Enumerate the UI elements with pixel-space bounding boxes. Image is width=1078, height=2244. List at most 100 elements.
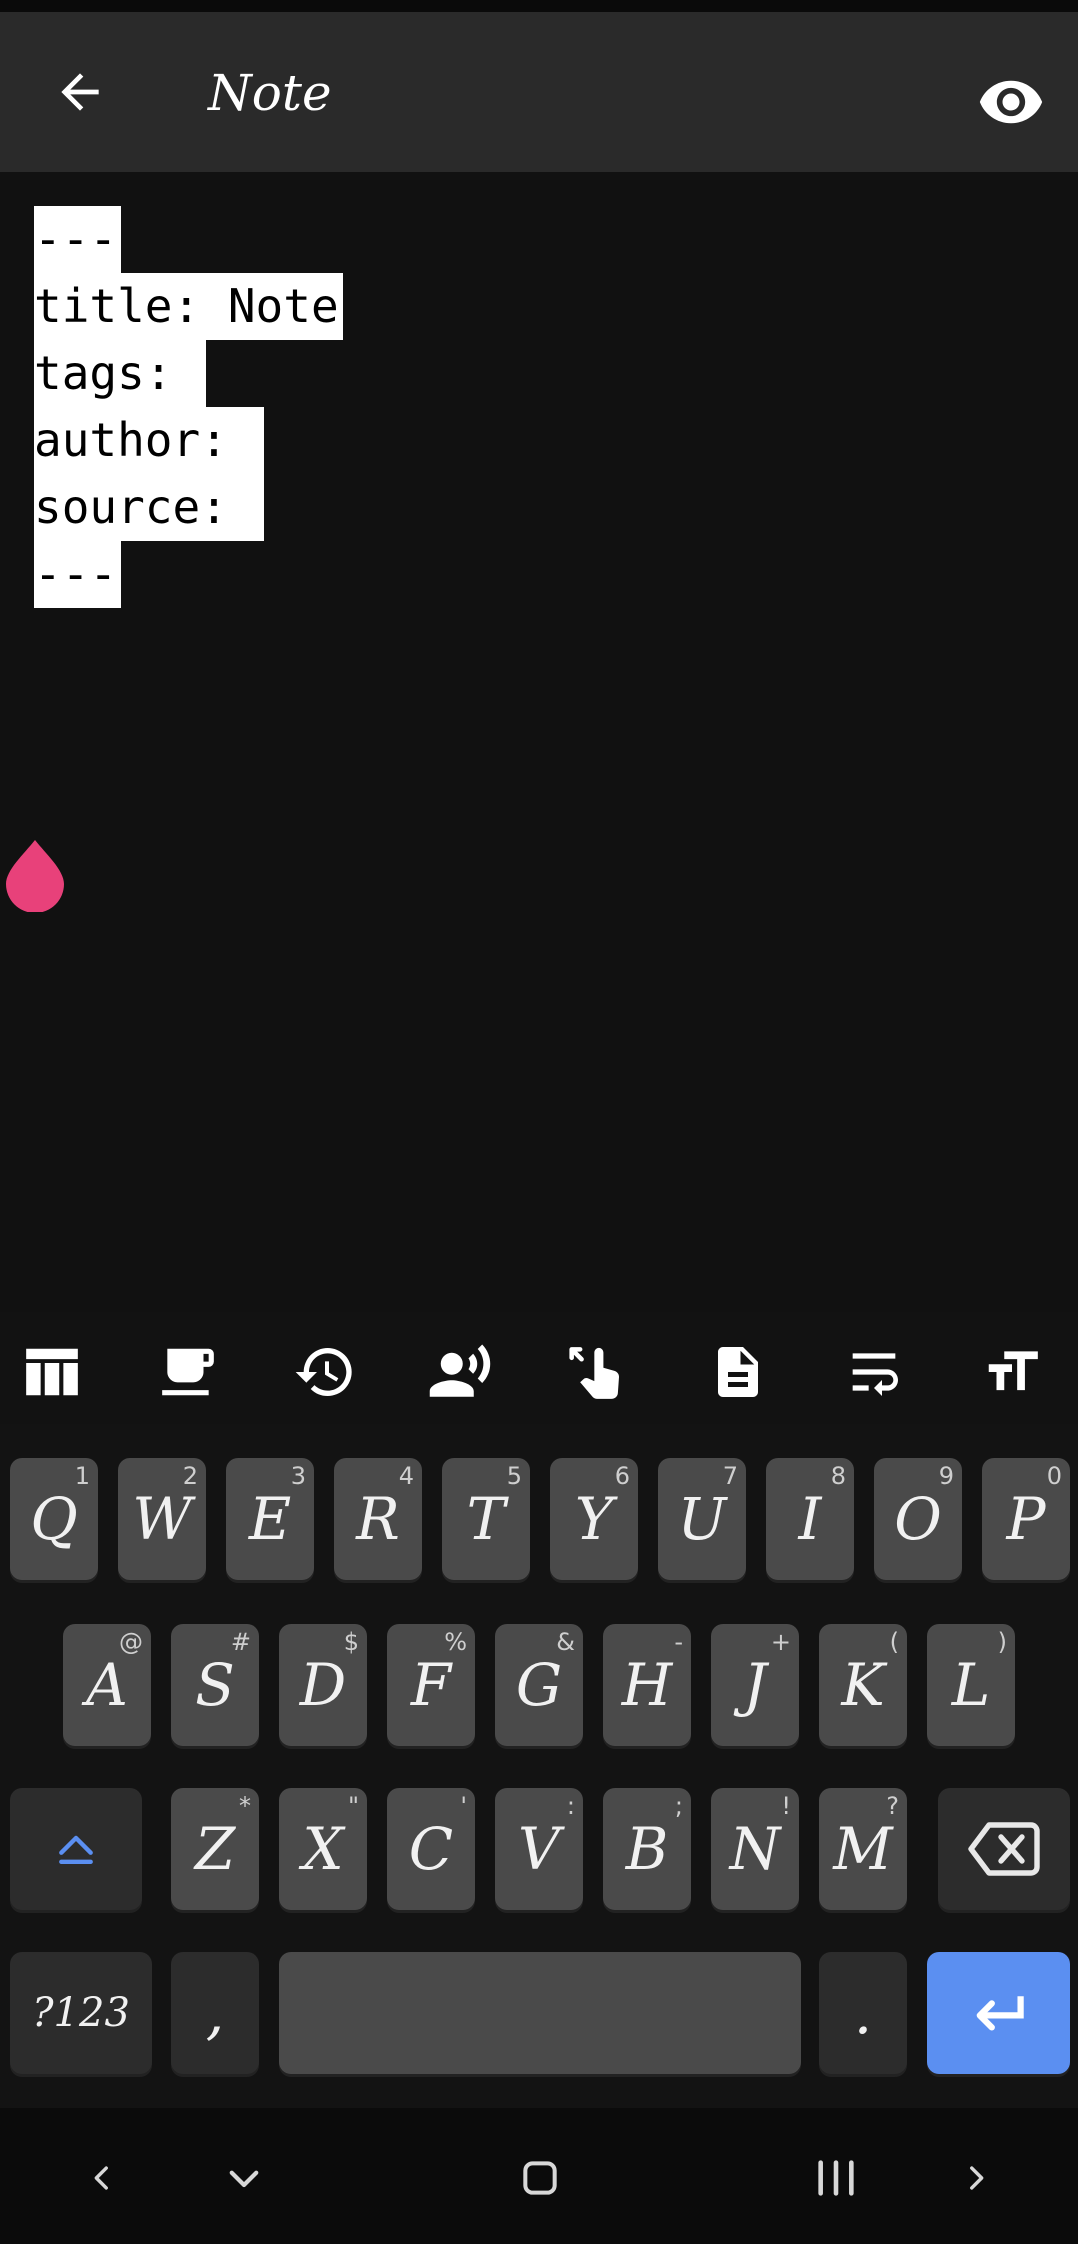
cursor-handle-icon[interactable] xyxy=(6,840,64,912)
nav-right-button[interactable] xyxy=(946,2148,1006,2208)
hide-keyboard-button[interactable] xyxy=(214,2148,274,2208)
key-n[interactable]: N! xyxy=(711,1788,799,1910)
key-hint: ) xyxy=(997,1628,1007,1656)
text-size-button[interactable] xyxy=(972,1332,1052,1412)
chevron-left-icon xyxy=(94,2166,108,2190)
key-y[interactable]: Y6 xyxy=(550,1458,638,1580)
key-label: L xyxy=(951,1651,991,1719)
key-q[interactable]: Q1 xyxy=(10,1458,98,1580)
wrap-text-button[interactable] xyxy=(834,1332,914,1412)
key-hint: 6 xyxy=(614,1462,630,1490)
comma-key[interactable]: , xyxy=(171,1952,259,2074)
key-m[interactable]: M? xyxy=(819,1788,907,1910)
key-g[interactable]: G & xyxy=(495,1624,583,1746)
symbols-key[interactable]: ?123 xyxy=(10,1952,152,2074)
arrow-back-icon xyxy=(61,73,99,111)
note-editor[interactable]: --- title: Note tags: author: source: --… xyxy=(0,172,1078,1312)
coffee-button[interactable] xyxy=(148,1332,228,1412)
key-label: U xyxy=(677,1485,727,1553)
key-hint: ! xyxy=(781,1792,791,1820)
key-hint: ; xyxy=(674,1792,683,1820)
key-label: K xyxy=(841,1651,885,1719)
table-button[interactable] xyxy=(12,1332,92,1412)
key-label: Z xyxy=(194,1815,236,1883)
key-v[interactable]: V: xyxy=(495,1788,583,1910)
key-label: N xyxy=(729,1815,781,1883)
key-k[interactable]: K( xyxy=(819,1624,907,1746)
key-label: E xyxy=(248,1485,292,1553)
key-j[interactable]: J + xyxy=(711,1624,799,1746)
key-hint: 9 xyxy=(938,1462,954,1490)
key-label: S xyxy=(195,1651,235,1719)
key-hint: % xyxy=(444,1628,467,1656)
key-hint: ' xyxy=(460,1792,467,1820)
key-t[interactable]: T5 xyxy=(442,1458,530,1580)
key-w[interactable]: W2 xyxy=(118,1458,206,1580)
selected-text-line: tags: xyxy=(34,340,206,407)
key-u[interactable]: U7 xyxy=(658,1458,746,1580)
key-label: W xyxy=(132,1485,192,1553)
shift-key[interactable] xyxy=(10,1788,142,1910)
key-a[interactable]: A @ xyxy=(63,1624,151,1746)
key-x[interactable]: X " xyxy=(279,1788,367,1910)
recents-icon xyxy=(818,2160,854,2196)
key-label: R xyxy=(356,1485,400,1553)
voice-button[interactable] xyxy=(420,1332,500,1412)
key-label: X xyxy=(302,1815,344,1883)
space-key[interactable] xyxy=(279,1952,801,2074)
chevron-down-icon xyxy=(229,2170,259,2188)
key-l[interactable]: L) xyxy=(927,1624,1015,1746)
recents-button[interactable] xyxy=(806,2148,866,2208)
backspace-key[interactable] xyxy=(938,1788,1070,1910)
key-o[interactable]: O9 xyxy=(874,1458,962,1580)
key-hint: + xyxy=(770,1628,791,1656)
gesture-button[interactable] xyxy=(560,1332,640,1412)
selected-text-line: --- xyxy=(34,206,122,273)
key-f[interactable]: F% xyxy=(387,1624,475,1746)
enter-key[interactable] xyxy=(927,1952,1070,2074)
key-d[interactable]: D $ xyxy=(279,1624,367,1746)
coffee-cup-icon xyxy=(162,1348,214,1396)
key-p[interactable]: P0 xyxy=(982,1458,1070,1580)
key-label: A xyxy=(86,1651,128,1719)
key-e[interactable]: E3 xyxy=(226,1458,314,1580)
key-label: T xyxy=(466,1485,506,1553)
key-hint: & xyxy=(556,1628,575,1656)
key-i[interactable]: I8 xyxy=(766,1458,854,1580)
key-label: G xyxy=(515,1651,563,1719)
key-label: , xyxy=(205,1979,225,2047)
key-hint: : xyxy=(566,1792,575,1820)
key-hint: " xyxy=(347,1792,359,1820)
key-hint: 3 xyxy=(290,1462,306,1490)
key-z[interactable]: Z * xyxy=(171,1788,259,1910)
eye-icon xyxy=(979,80,1043,124)
system-nav-bar xyxy=(0,2108,1078,2244)
key-hint: 5 xyxy=(506,1462,522,1490)
key-label: F xyxy=(410,1651,452,1719)
key-r[interactable]: R4 xyxy=(334,1458,422,1580)
key-hint: 8 xyxy=(830,1462,846,1490)
selected-text-line: source: xyxy=(34,474,264,541)
key-c[interactable]: C ' xyxy=(387,1788,475,1910)
preview-button[interactable] xyxy=(968,64,1054,140)
key-label: H xyxy=(621,1651,673,1719)
home-button[interactable] xyxy=(510,2148,570,2208)
history-button[interactable] xyxy=(285,1332,365,1412)
key-s[interactable]: S # xyxy=(171,1624,259,1746)
key-hint: 4 xyxy=(398,1462,414,1490)
period-key[interactable]: . xyxy=(819,1952,907,2074)
chevron-right-icon xyxy=(970,2166,984,2190)
nav-left-button[interactable] xyxy=(72,2148,132,2208)
key-hint: - xyxy=(674,1628,683,1656)
key-label: Y xyxy=(574,1485,614,1553)
back-button[interactable] xyxy=(40,52,120,132)
app-bar: Note xyxy=(0,12,1078,172)
document-button[interactable] xyxy=(698,1332,778,1412)
key-label: V xyxy=(518,1815,560,1883)
key-b[interactable]: B; xyxy=(603,1788,691,1910)
key-label: I xyxy=(798,1485,822,1553)
key-h[interactable]: H- xyxy=(603,1624,691,1746)
key-label: C xyxy=(408,1815,454,1883)
key-label: Q xyxy=(30,1485,78,1553)
document-icon xyxy=(718,1347,758,1397)
